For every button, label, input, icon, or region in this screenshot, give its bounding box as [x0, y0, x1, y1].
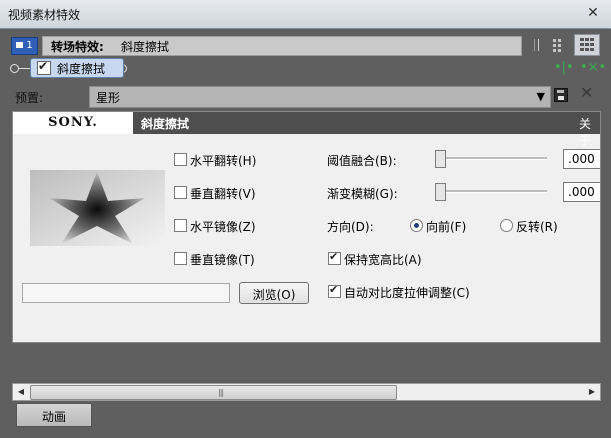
threshold-value-field[interactable]: .000: [563, 149, 600, 169]
gradient-blur-slider[interactable]: [435, 183, 547, 201]
direction-label: 方向(D):: [327, 220, 374, 234]
keep-aspect-checkbox[interactable]: [328, 250, 341, 265]
flip-horizontal-checkbox[interactable]: [174, 153, 187, 166]
star-preview-thumbnail: [30, 170, 165, 246]
fx-enable-checkbox[interactable]: [37, 59, 51, 75]
mirror-horizontal-checkbox[interactable]: [174, 219, 187, 232]
browse-label: 浏览(O): [252, 288, 296, 302]
direction-reverse-radio[interactable]: [500, 219, 513, 232]
horizontal-scrollbar[interactable]: ◀ ||| ▶: [12, 383, 601, 401]
threshold-slider[interactable]: [435, 150, 547, 168]
auto-contrast-checkbox[interactable]: [328, 283, 341, 298]
direction-forward-label: 向前(F): [426, 220, 467, 234]
chevron-down-icon: ▼: [536, 90, 545, 103]
direction-reverse-label: 反转(R): [516, 220, 558, 234]
gradient-blur-slider-thumb[interactable]: [435, 183, 446, 201]
delete-preset-icon[interactable]: ✕: [580, 85, 596, 101]
transition-label: 转场特效:: [51, 40, 104, 54]
remove-plugin-icon[interactable]: •⨯•: [580, 60, 606, 75]
gradient-blur-label: 渐变模糊(G):: [327, 187, 398, 201]
panel-header: SONY. 斜度擦拭 关于: [13, 112, 600, 148]
grip-icon: |||: [218, 388, 224, 397]
scroll-left-icon[interactable]: ◀: [13, 384, 29, 400]
fx-header-row: 1 转场特效: 斜度擦拭: [8, 34, 602, 56]
save-preset-icon[interactable]: [554, 88, 568, 102]
film-icon: [16, 42, 24, 48]
preset-value: 星形: [96, 91, 121, 105]
scroll-thumb[interactable]: |||: [30, 385, 397, 400]
animation-button[interactable]: 动画: [16, 403, 92, 427]
effect-name: 斜度擦拭: [121, 40, 170, 54]
fx-title-bar: 转场特效: 斜度擦拭: [42, 36, 522, 56]
image-path-field[interactable]: [22, 283, 230, 303]
preset-dropdown[interactable]: 星形 ▼: [89, 86, 551, 108]
close-button[interactable]: ✕: [583, 4, 603, 22]
toolbar-separator: [534, 39, 539, 51]
mirror-vertical-checkbox[interactable]: [174, 252, 187, 265]
auto-contrast-label: 自动对比度拉伸调整(C): [344, 286, 470, 300]
gradient-blur-value-field[interactable]: .000: [563, 182, 600, 202]
gradient-blur-value: .000: [568, 185, 595, 199]
about-link[interactable]: 关于: [579, 115, 600, 149]
fx-chain-row: 斜度擦拭 •|• •⨯•: [8, 58, 606, 78]
keep-aspect-label: 保持宽高比(A): [344, 253, 422, 267]
chain-fx-label: 斜度擦拭: [57, 62, 106, 76]
fx-number-badge[interactable]: 1: [11, 37, 38, 55]
flip-vertical-label: 垂直翻转(V): [190, 187, 256, 201]
window-title: 视频素材特效: [8, 8, 81, 22]
threshold-label: 阈值融合(B):: [327, 154, 397, 168]
chain-start-node: [10, 64, 19, 73]
plugin-chain-icon[interactable]: •|•: [554, 60, 574, 75]
mirror-horizontal-label: 水平镜像(Z): [190, 220, 256, 234]
preset-label: 预置:: [15, 91, 44, 105]
effect-panel: SONY. 斜度擦拭 关于 水平翻转(H) 垂直翻转(V) 水平镜像(Z) 垂直…: [12, 111, 601, 343]
chain-fx-button[interactable]: 斜度擦拭: [30, 58, 124, 78]
grid-view-icon[interactable]: [553, 39, 565, 52]
panel-effect-title: 斜度擦拭: [141, 117, 190, 131]
sony-logo: SONY.: [13, 112, 133, 134]
fx-number: 1: [26, 40, 33, 51]
browse-button[interactable]: 浏览(O): [239, 282, 309, 304]
mirror-vertical-label: 垂直镜像(T): [190, 253, 255, 267]
preset-row: 预置: 星形 ▼ ✕: [8, 85, 602, 108]
flip-vertical-checkbox[interactable]: [174, 186, 187, 199]
flip-horizontal-label: 水平翻转(H): [190, 154, 257, 168]
title-bar: 视频素材特效 ✕: [0, 0, 611, 29]
list-view-icon[interactable]: [574, 34, 600, 56]
threshold-slider-thumb[interactable]: [435, 150, 446, 168]
threshold-value: .000: [568, 152, 595, 166]
scroll-right-icon[interactable]: ▶: [584, 384, 600, 400]
video-fx-window: 视频素材特效 ✕ 1 转场特效: 斜度擦拭 斜度擦拭 •|• •⨯•: [0, 0, 611, 438]
animation-button-label: 动画: [41, 410, 66, 424]
direction-forward-radio[interactable]: [410, 219, 423, 232]
